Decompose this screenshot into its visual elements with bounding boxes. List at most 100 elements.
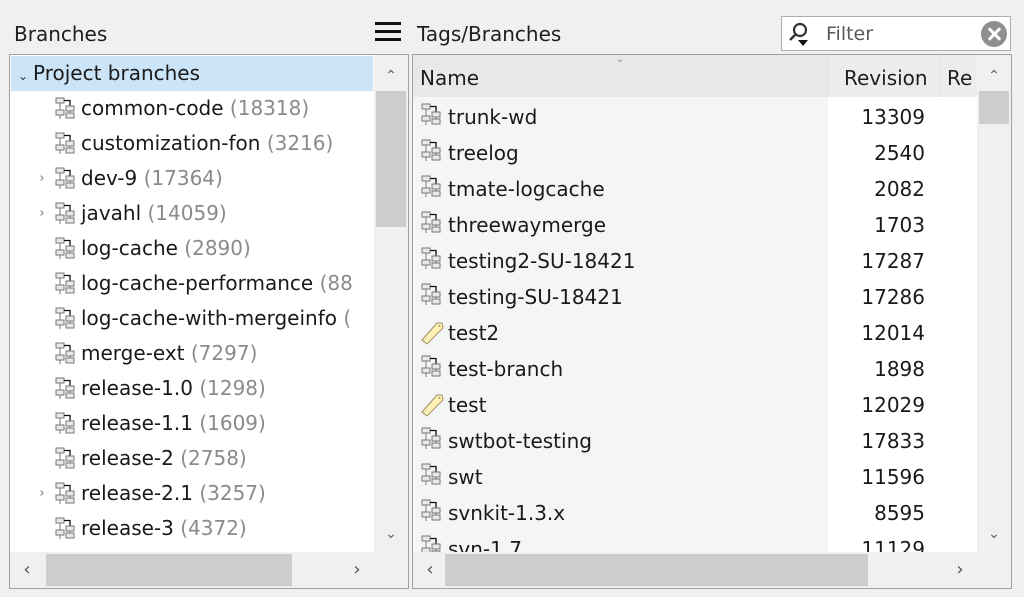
tree-root-label: Project branches — [33, 61, 201, 85]
branch-revision-count: (2758) — [180, 446, 247, 470]
row-revision: 12029 — [861, 393, 925, 417]
tree-item[interactable]: customization-fon (3216) — [10, 126, 374, 161]
branch-revision-count: (7297) — [190, 341, 258, 365]
branch-label: release-1.1 (1609) — [81, 406, 266, 441]
branch-icon — [420, 283, 444, 311]
branch-revision-count: (14059) — [147, 201, 227, 225]
scroll-left-arrow[interactable]: ‹ — [413, 552, 447, 588]
tree-item[interactable]: release-1.0 (1298) — [10, 371, 374, 406]
branch-revision-count: (2890) — [184, 236, 251, 260]
scroll-right-arrow[interactable]: › — [340, 552, 374, 588]
row-name: svnkit-1.3.x — [448, 501, 566, 525]
row-revision: 2082 — [874, 177, 925, 201]
table-row[interactable]: test2 12014 — [413, 313, 977, 349]
scroll-right-arrow[interactable]: › — [943, 552, 977, 588]
scroll-thumb[interactable] — [445, 554, 868, 586]
tree-item[interactable]: merge-ext (7297) — [10, 336, 374, 371]
row-name: testing2-SU-18421 — [448, 249, 636, 273]
table-row[interactable]: swt 11596 — [413, 457, 977, 493]
table-vertical-scrollbar[interactable]: ⌃ ⌄ — [977, 55, 1011, 553]
branch-icon — [420, 175, 444, 203]
chevron-down-icon[interactable]: ⌄ — [13, 59, 33, 94]
tree-item[interactable]: log-cache (2890) — [10, 231, 374, 266]
branches-tree[interactable]: ⌄ Project branches common-code (18318) cus… — [10, 55, 374, 553]
scroll-left-arrow[interactable]: ‹ — [10, 552, 44, 588]
scroll-thumb[interactable] — [979, 91, 1009, 124]
row-name: test2 — [448, 321, 500, 345]
row-revision: 17287 — [861, 249, 925, 273]
branches-horizontal-scrollbar[interactable]: ‹ › — [10, 552, 374, 588]
table-row[interactable]: svn-1.7 11129 — [413, 529, 977, 553]
tree-item[interactable]: release-1.1 (1609) — [10, 406, 374, 441]
branch-name: log-cache — [81, 236, 178, 260]
table-row[interactable]: swtbot-testing 17833 — [413, 421, 977, 457]
tree-item[interactable]: common-code (18318) — [10, 91, 374, 126]
branch-name: release-2 — [81, 446, 174, 470]
table-row[interactable]: svnkit-1.3.x 8595 — [413, 493, 977, 529]
tree-item[interactable]: › release-2.1 (3257) — [10, 476, 374, 511]
tree-item[interactable]: release-2 (2758) — [10, 441, 374, 476]
hamburger-line — [375, 38, 401, 41]
tags-branches-table[interactable]: ⌄ Name Revision Re trunk-wd 13309 treelog 2… — [413, 55, 977, 553]
table-horizontal-scrollbar[interactable]: ‹ › — [413, 552, 977, 588]
view-menu-button[interactable] — [375, 22, 401, 44]
branch-revision-count: (1298) — [199, 376, 266, 400]
row-name: svn-1.7 — [448, 537, 522, 553]
tree-item[interactable]: log-cache-with-mergeinfo ( — [10, 301, 374, 336]
chevron-right-icon[interactable]: › — [34, 476, 50, 511]
table-row[interactable]: test-branch 1898 — [413, 349, 977, 385]
column-header-revision[interactable]: Revision — [828, 55, 939, 97]
scroll-down-arrow[interactable]: ⌄ — [374, 517, 408, 551]
row-name: swtbot-testing — [448, 429, 592, 453]
branch-label: release-1.0 (1298) — [81, 371, 266, 406]
table-row[interactable]: testing-SU-18421 17286 — [413, 277, 977, 313]
filter-box[interactable] — [781, 16, 1011, 51]
scroll-up-arrow[interactable]: ⌃ — [977, 59, 1011, 93]
branch-label: log-cache (2890) — [81, 231, 251, 266]
search-icon[interactable] — [786, 21, 812, 47]
branch-label: javahl (14059) — [81, 196, 227, 231]
clear-filter-icon[interactable] — [981, 21, 1007, 47]
table-row[interactable]: test 12029 — [413, 385, 977, 421]
branch-name: merge-ext — [81, 341, 185, 365]
branch-name: release-1.0 — [81, 376, 193, 400]
branches-vertical-scrollbar[interactable]: ⌃ ⌄ — [374, 55, 408, 553]
table-row[interactable]: tmate-logcache 2082 — [413, 169, 977, 205]
branch-name: release-1.1 — [81, 411, 193, 435]
tree-item[interactable]: release-3 (4372) — [10, 511, 374, 546]
branch-label: common-code (18318) — [81, 91, 309, 126]
branch-revision-count: (18318) — [229, 96, 310, 120]
sort-descending-icon: ⌄ — [616, 55, 625, 65]
branch-icon — [420, 355, 444, 383]
scroll-down-arrow[interactable]: ⌄ — [977, 517, 1011, 551]
row-name: treelog — [448, 141, 519, 165]
branch-revision-count: (1609) — [199, 411, 266, 435]
chevron-right-icon[interactable]: › — [34, 196, 50, 231]
branch-icon — [420, 427, 444, 455]
tree-item[interactable]: log-cache-performance (88 — [10, 266, 374, 301]
tree-root-project-branches[interactable]: ⌄ Project branches — [11, 56, 373, 91]
filter-input[interactable] — [826, 20, 976, 48]
scroll-thumb[interactable] — [46, 554, 292, 586]
table-row[interactable]: threewaymerge 1703 — [413, 205, 977, 241]
column-revision-label: Revision — [844, 66, 928, 90]
scroll-up-arrow[interactable]: ⌃ — [374, 59, 408, 93]
chevron-right-icon[interactable]: › — [34, 161, 50, 196]
branch-icon — [420, 499, 444, 527]
row-revision: 17286 — [861, 285, 925, 309]
column-header-name[interactable]: ⌄ Name — [413, 55, 828, 97]
column-header-remark[interactable]: Re — [939, 55, 977, 97]
row-revision: 11129 — [861, 537, 925, 553]
branch-label: release-3 (4372) — [81, 511, 247, 546]
tree-item[interactable]: › javahl (14059) — [10, 196, 374, 231]
branch-revision-count: (17364) — [143, 166, 223, 190]
row-revision: 8595 — [874, 501, 925, 525]
tree-item[interactable]: › dev-9 (17364) — [10, 161, 374, 196]
table-row[interactable]: trunk-wd 13309 — [413, 97, 977, 133]
table-row[interactable]: treelog 2540 — [413, 133, 977, 169]
branch-name: log-cache-with-mergeinfo — [81, 306, 337, 330]
branch-label: merge-ext (7297) — [81, 336, 257, 371]
row-revision: 12014 — [861, 321, 925, 345]
table-row[interactable]: testing2-SU-18421 17287 — [413, 241, 977, 277]
scroll-thumb[interactable] — [376, 91, 406, 227]
